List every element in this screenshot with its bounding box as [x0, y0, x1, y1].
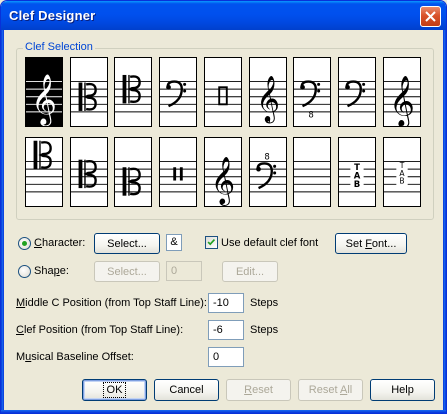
- ok-button[interactable]: OK: [82, 379, 147, 401]
- clef-option-treble-clef[interactable]: 𝄞: [25, 57, 63, 127]
- reset-button[interactable]: Reset: [226, 379, 291, 401]
- clef-option-percussion-bars-clef[interactable]: [159, 137, 197, 207]
- baseline-offset-field[interactable]: 0: [208, 347, 244, 367]
- svg-text:B: B: [354, 180, 361, 190]
- treble-8vb-clef-icon: 𝄞8: [250, 76, 286, 126]
- clef-option-tab-clef-large[interactable]: TAB: [338, 137, 376, 207]
- default-font-label: Use default clef font: [221, 237, 319, 249]
- clef-option-bass-clef[interactable]: [159, 57, 197, 127]
- checkmark-icon: [207, 238, 216, 246]
- clef-designer-dialog: Clef Designer Clef Selection 𝄞 𝄞 8 8 𝄞 𝄞…: [0, 0, 447, 414]
- baseline-offset-label: Musical Baseline Offset:: [16, 351, 134, 363]
- clef-option-alto-c-clef[interactable]: [70, 57, 108, 127]
- svg-text:B: B: [399, 176, 404, 185]
- percussion-clef-icon: [205, 81, 241, 113]
- middle-c-unit: Steps: [250, 297, 279, 309]
- clef-option-percussion-clef[interactable]: [204, 57, 242, 127]
- svg-text:𝄞: 𝄞: [389, 77, 415, 126]
- clef-option-bass-8vb-clef[interactable]: 8: [293, 57, 331, 127]
- clef-option-treble-8va-clef[interactable]: 𝄞: [204, 137, 242, 207]
- svg-text:8: 8: [264, 153, 269, 163]
- character-value: &: [166, 234, 182, 251]
- character-select-button[interactable]: Select...: [94, 233, 160, 254]
- tab-clef-small-icon: TAB: [384, 161, 420, 193]
- title-bar[interactable]: Clef Designer: [1, 1, 446, 30]
- bass-8va-clef-icon: 8: [250, 153, 286, 193]
- clef-position-field[interactable]: -6: [208, 320, 244, 340]
- middle-c-label: Middle C Position (from Top Staff Line):: [16, 297, 207, 309]
- bass-clef-high-icon: [339, 80, 375, 113]
- svg-text:𝄞: 𝄞: [31, 75, 57, 126]
- shape-radio[interactable]: [18, 265, 31, 278]
- clef-position-unit: Steps: [250, 324, 279, 336]
- treble-clef-icon: 𝄞: [26, 75, 62, 126]
- window-title: Clef Designer: [9, 8, 96, 23]
- character-radio-label: Character:: [34, 237, 86, 249]
- mezzo-c-clef-icon: [71, 159, 107, 193]
- baritone-c-clef-icon: [115, 161, 151, 196]
- c-clef-top-icon: [26, 140, 62, 193]
- clef-selection-label: Clef Selection: [23, 41, 95, 53]
- shape-select-button[interactable]: Select...: [94, 261, 160, 282]
- close-icon: [425, 11, 436, 22]
- blank-clef-icon: [294, 161, 330, 193]
- bass-clef-icon: [160, 80, 196, 113]
- clef-option-treble-8vb-clef[interactable]: 𝄞 8: [249, 57, 287, 127]
- clef-option-blank-clef[interactable]: [293, 137, 331, 207]
- clef-option-tab-clef-small[interactable]: TAB: [383, 137, 421, 207]
- tenor-c-clef-icon: [115, 74, 151, 113]
- svg-text:8: 8: [265, 116, 270, 126]
- clef-option-tenor-c-clef[interactable]: [114, 57, 152, 127]
- tab-clef-large-icon: TAB: [339, 161, 375, 193]
- bass-8vb-clef-icon: 8: [294, 80, 330, 121]
- percussion-bars-clef-icon: [160, 161, 196, 193]
- clef-option-c-clef-top[interactable]: [25, 137, 63, 207]
- shape-value-field[interactable]: 0: [166, 261, 202, 281]
- clef-position-label: Clef Position (from Top Staff Line):: [16, 324, 184, 336]
- close-button[interactable]: [420, 6, 441, 27]
- help-button[interactable]: Help: [370, 379, 435, 401]
- alto-c-clef-icon: [71, 81, 107, 113]
- clef-option-mezzo-c-clef[interactable]: [70, 137, 108, 207]
- clef-option-bass-clef-high[interactable]: [338, 57, 376, 127]
- shape-radio-label: Shape:: [34, 265, 69, 277]
- cancel-button[interactable]: Cancel: [154, 379, 219, 401]
- reset-all-button[interactable]: Reset All: [298, 379, 363, 401]
- default-font-checkbox[interactable]: [205, 236, 218, 249]
- svg-text:𝄞: 𝄞: [211, 155, 236, 206]
- svg-text:8: 8: [308, 111, 313, 121]
- clef-option-bass-8va-clef[interactable]: 8: [249, 137, 287, 207]
- treble-8va-clef-icon: 𝄞: [205, 155, 241, 206]
- clef-option-french-violin-clef[interactable]: 𝄞: [383, 57, 421, 127]
- shape-edit-button[interactable]: Edit...: [222, 261, 278, 282]
- clef-option-baritone-c-clef[interactable]: [114, 137, 152, 207]
- set-font-button[interactable]: Set Font...: [335, 233, 407, 254]
- french-violin-clef-icon: 𝄞: [384, 77, 420, 126]
- character-radio[interactable]: [18, 237, 31, 250]
- middle-c-field[interactable]: -10: [208, 293, 244, 313]
